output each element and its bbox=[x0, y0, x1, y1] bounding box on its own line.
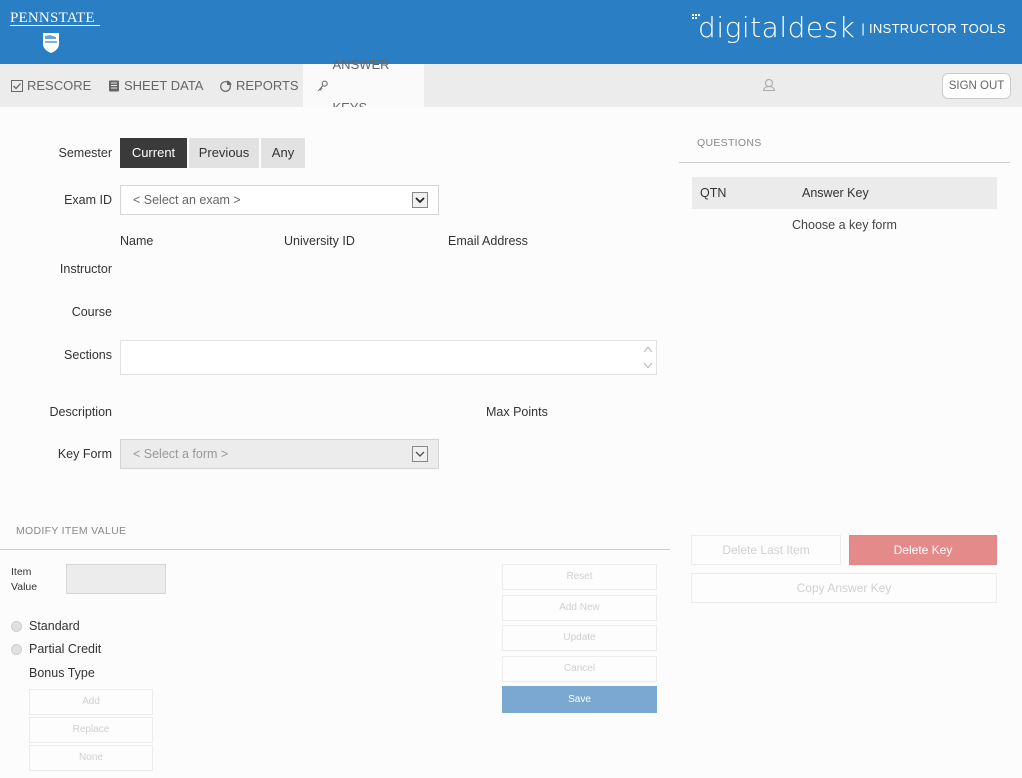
update-button[interactable]: Update bbox=[502, 625, 657, 651]
max-points-label: Max Points bbox=[486, 405, 548, 419]
column-qtn: QTN bbox=[700, 186, 727, 200]
bonus-replace-button[interactable]: Replace bbox=[29, 717, 153, 743]
chevron-up-icon[interactable] bbox=[643, 346, 653, 353]
course-label: Course bbox=[71, 305, 112, 319]
copy-answer-key-button[interactable]: Copy Answer Key bbox=[691, 573, 997, 603]
product-name: digitaldesk bbox=[692, 12, 855, 44]
bonus-add-button[interactable]: Add bbox=[29, 689, 153, 715]
semester-label: Semester bbox=[58, 146, 113, 160]
product-subtitle: | INSTRUCTOR TOOLS bbox=[861, 20, 1006, 36]
logo-dots-icon bbox=[692, 14, 701, 20]
item-value-label-line2: Value bbox=[11, 581, 38, 593]
document-icon bbox=[109, 80, 119, 91]
tab-sheet-data[interactable]: SHEET DATA bbox=[108, 64, 203, 107]
reset-button[interactable]: Reset bbox=[502, 564, 657, 590]
item-value-label: Item Value bbox=[11, 565, 37, 595]
key-form-placeholder: < Select a form > bbox=[133, 447, 229, 461]
semester-option-previous[interactable]: Previous bbox=[189, 138, 259, 168]
questions-divider bbox=[679, 162, 1010, 163]
main-nav: RESCORE SHEET DATA REPORTS ANSWER KEYS bbox=[0, 57, 1022, 115]
key-icon bbox=[318, 80, 328, 91]
instructor-label: Instructor bbox=[59, 262, 112, 276]
key-form-select[interactable]: < Select a form > bbox=[120, 439, 439, 469]
checkbox-icon bbox=[11, 79, 23, 92]
delete-last-item-button[interactable]: Delete Last Item bbox=[691, 535, 841, 565]
column-email-address: Email Address bbox=[448, 234, 528, 248]
chevron-down-icon bbox=[412, 446, 428, 462]
questions-empty-message: Choose a key form bbox=[792, 218, 897, 232]
radio-button[interactable] bbox=[11, 620, 22, 632]
digitaldesk-logo: digitaldesk | INSTRUCTOR TOOLS bbox=[692, 12, 1006, 44]
radio-partial-credit[interactable]: Partial Credit bbox=[11, 642, 101, 656]
pie-chart-icon bbox=[220, 80, 232, 92]
questions-title: QUESTIONS bbox=[697, 137, 762, 149]
questions-table-header: QTN Answer Key bbox=[692, 177, 997, 209]
chevron-down-icon[interactable] bbox=[643, 362, 653, 369]
delete-key-button[interactable]: Delete Key bbox=[849, 535, 997, 565]
bonus-type-label: Bonus Type bbox=[29, 666, 95, 680]
radio-button[interactable] bbox=[11, 643, 22, 655]
radio-standard[interactable]: Standard bbox=[11, 619, 80, 633]
tab-answer-keys[interactable]: ANSWER KEYS bbox=[303, 57, 424, 115]
exam-select-placeholder: < Select an exam > bbox=[133, 193, 241, 207]
description-label: Description bbox=[49, 405, 112, 419]
exam-id-label: Exam ID bbox=[64, 193, 112, 207]
semester-option-any[interactable]: Any bbox=[261, 138, 305, 168]
tab-rescore[interactable]: RESCORE bbox=[11, 64, 91, 107]
key-form-label: Key Form bbox=[57, 447, 112, 461]
semester-option-current[interactable]: Current bbox=[120, 138, 187, 168]
tab-label: SHEET DATA bbox=[124, 78, 204, 93]
save-button[interactable]: Save bbox=[502, 686, 657, 713]
tab-reports[interactable]: REPORTS bbox=[220, 64, 299, 107]
radio-label: Standard bbox=[29, 619, 80, 633]
sign-out-button[interactable]: SIGN OUT bbox=[942, 73, 1011, 99]
column-university-id: University ID bbox=[284, 234, 355, 248]
logo-rule bbox=[10, 25, 100, 26]
add-new-button[interactable]: Add New bbox=[502, 595, 657, 621]
tab-label: REPORTS bbox=[236, 78, 299, 93]
modify-divider bbox=[0, 549, 670, 550]
sections-field[interactable] bbox=[120, 340, 657, 375]
cancel-button[interactable]: Cancel bbox=[502, 656, 657, 682]
exam-select[interactable]: < Select an exam > bbox=[120, 185, 439, 215]
shield-icon bbox=[43, 33, 59, 53]
radio-label: Partial Credit bbox=[29, 642, 102, 656]
penn-state-logo[interactable]: PENNSTATE bbox=[10, 10, 100, 53]
sections-label: Sections bbox=[64, 348, 112, 362]
column-answer-key: Answer Key bbox=[802, 186, 869, 200]
user-icon[interactable] bbox=[762, 78, 776, 92]
app-header: PENNSTATE digitaldesk | INSTRUCTOR TOOLS bbox=[0, 0, 1022, 64]
item-value-label-line1: Item bbox=[11, 566, 32, 578]
sections-scrollbar[interactable] bbox=[640, 341, 656, 374]
item-value-input[interactable] bbox=[66, 564, 166, 594]
tab-label: RESCORE bbox=[27, 78, 92, 93]
chevron-down-icon bbox=[412, 192, 428, 208]
modify-item-value-title: MODIFY ITEM VALUE bbox=[16, 525, 127, 537]
bonus-none-button[interactable]: None bbox=[29, 745, 153, 771]
column-name: Name bbox=[120, 234, 154, 248]
